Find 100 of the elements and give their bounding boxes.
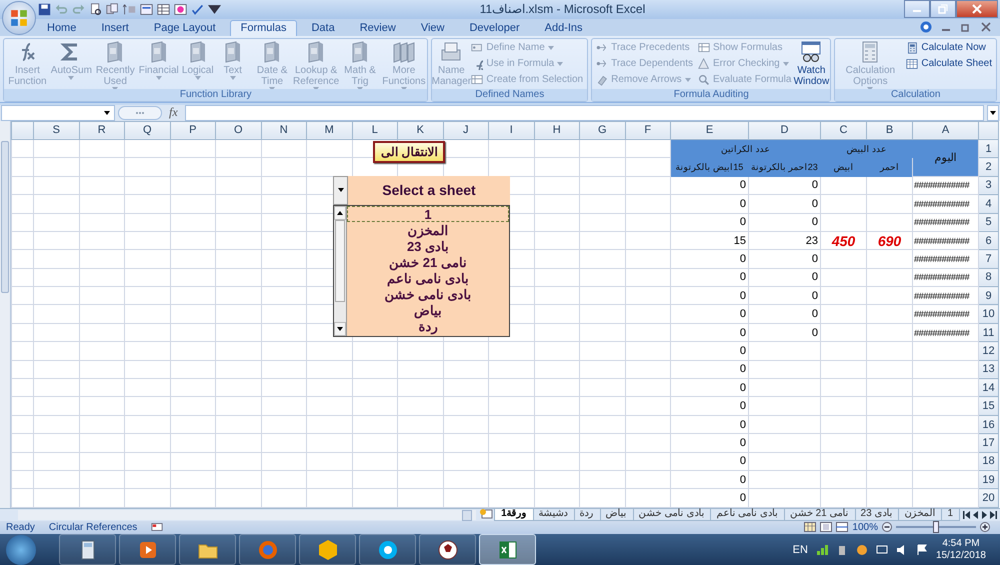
flag-icon[interactable] (916, 544, 928, 556)
list-item[interactable]: بياض (347, 302, 509, 318)
column-header[interactable]: K (398, 121, 443, 140)
ribbon-tab[interactable]: Add-Ins (534, 20, 594, 36)
row-header[interactable]: 19 (978, 470, 998, 489)
last-sheet-icon[interactable] (963, 510, 970, 519)
sort-icon[interactable] (123, 2, 136, 16)
slider-thumb[interactable] (933, 521, 939, 534)
column-header[interactable]: P (170, 121, 216, 140)
row-header[interactable]: 16 (978, 415, 998, 434)
list-scrollbar[interactable] (334, 206, 347, 336)
list-item[interactable]: نامى 21 خشن (347, 254, 509, 270)
insert-sheet-icon[interactable] (479, 508, 494, 519)
next-sheet-icon[interactable] (972, 510, 979, 519)
page-layout-view-icon[interactable] (820, 522, 832, 532)
previous-sheet-icon[interactable] (981, 510, 988, 519)
update-icon[interactable] (856, 544, 868, 556)
ribbon-tab[interactable]: Formulas (230, 20, 298, 36)
horizontal-scrollbar[interactable] (18, 510, 476, 520)
row-header[interactable]: 10 (978, 304, 998, 324)
column-header[interactable]: B (866, 121, 912, 140)
column-header[interactable]: I (488, 121, 534, 140)
sheet-tab[interactable]: بادى نامى ناعم (709, 508, 785, 521)
scroll-thumb[interactable] (462, 510, 472, 521)
close-button[interactable] (956, 0, 998, 18)
list-item[interactable]: ردة (347, 318, 509, 334)
zoom-out-icon[interactable] (882, 522, 892, 532)
zoom-slider[interactable] (896, 521, 976, 534)
close-icon[interactable] (980, 21, 992, 34)
first-sheet-icon[interactable] (990, 510, 997, 519)
scroll-up-button[interactable] (334, 206, 346, 220)
sheet-tab[interactable]: دشيشة (532, 508, 575, 521)
column-header[interactable]: R (79, 121, 124, 140)
sheet-tab[interactable]: نامى 21 خشن (782, 508, 856, 521)
taskbar-button[interactable] (479, 534, 536, 565)
ribbon-tab[interactable]: Developer (458, 20, 531, 36)
dropdown-button[interactable] (333, 176, 348, 205)
column-header[interactable]: J (443, 121, 488, 140)
restore-button[interactable] (930, 0, 956, 18)
row-header[interactable]: 15 (978, 396, 998, 416)
row-header[interactable]: 12 (978, 342, 998, 360)
minimize-button[interactable] (904, 0, 930, 18)
language-indicator[interactable]: EN (792, 544, 808, 556)
row-header[interactable]: 5 (978, 213, 998, 232)
list-item[interactable]: المخزن (347, 222, 509, 238)
column-header[interactable]: L (352, 121, 398, 140)
chart-icon[interactable] (174, 2, 187, 16)
normal-view-icon[interactable] (804, 522, 816, 532)
column-header[interactable]: C (820, 121, 866, 140)
formula-field[interactable] (184, 104, 984, 121)
list-item[interactable]: بادى نامى خشن (347, 286, 509, 302)
ribbon-tab[interactable]: View (410, 20, 456, 36)
start-button[interactable] (6, 534, 36, 564)
row-header[interactable]: 1 (978, 139, 998, 158)
ribbon-tab[interactable]: Data (300, 20, 346, 36)
column-header[interactable]: N (261, 121, 306, 140)
column-header[interactable]: D (748, 121, 820, 140)
ribbon-tab[interactable]: Home (36, 20, 88, 36)
sheet-tab[interactable]: بادى نامى خشن (632, 508, 712, 521)
table-icon[interactable] (157, 2, 170, 16)
sheet-tab[interactable]: ردة (572, 508, 601, 521)
form-icon[interactable] (140, 2, 153, 16)
save-icon[interactable] (38, 2, 51, 16)
row-header[interactable]: 7 (978, 250, 998, 268)
column-header[interactable]: M (306, 121, 352, 140)
clock-time[interactable]: 4:54 PM (942, 538, 980, 550)
sheet-tab[interactable]: 1 (940, 508, 960, 521)
sheet-tab[interactable]: ورقة1 (494, 508, 534, 521)
row-header[interactable]: 4 (978, 194, 998, 214)
network-icon[interactable] (816, 544, 828, 556)
list-item[interactable]: 1 (347, 206, 509, 222)
zoom-in-icon[interactable] (980, 522, 990, 532)
ribbon-button[interactable]: Calculate Sheet (904, 56, 994, 72)
help-icon[interactable] (920, 21, 932, 34)
jump-button[interactable]: الانتقال الى (373, 140, 446, 163)
row-header[interactable]: 17 (978, 434, 998, 452)
sheet-select[interactable]: Select a sheet (333, 176, 510, 205)
office-button[interactable] (2, 1, 36, 35)
row-header[interactable]: 20 (978, 488, 998, 508)
clock-date[interactable]: 15/12/2018 (936, 550, 986, 562)
print-preview-icon[interactable] (89, 2, 102, 16)
column-header[interactable]: Q (124, 121, 170, 140)
macro-record-icon[interactable] (151, 522, 164, 532)
row-header[interactable]: 3 (978, 176, 998, 195)
list-item[interactable]: بادى نامى ناعم (347, 270, 509, 286)
row-header[interactable]: 9 (978, 286, 998, 305)
monitor-icon[interactable] (876, 544, 888, 556)
ribbon-tab[interactable]: Page Layout (142, 20, 227, 36)
copy-icon[interactable] (106, 2, 119, 16)
spelling-icon[interactable] (191, 2, 204, 16)
caret-icon[interactable] (208, 2, 221, 16)
row-header[interactable]: 18 (978, 452, 998, 470)
scroll-thumb[interactable] (1, 140, 9, 293)
ribbon-button[interactable]: Calculate Now (904, 40, 994, 56)
list-item[interactable]: بادى 23 (347, 238, 509, 254)
row-header[interactable]: 2 (978, 158, 998, 176)
scroll-down-button[interactable] (334, 322, 346, 336)
ribbon-tab[interactable]: Review (348, 20, 407, 36)
sheet-tab[interactable]: بادى 23 (854, 508, 900, 521)
column-header[interactable]: E (670, 121, 748, 140)
